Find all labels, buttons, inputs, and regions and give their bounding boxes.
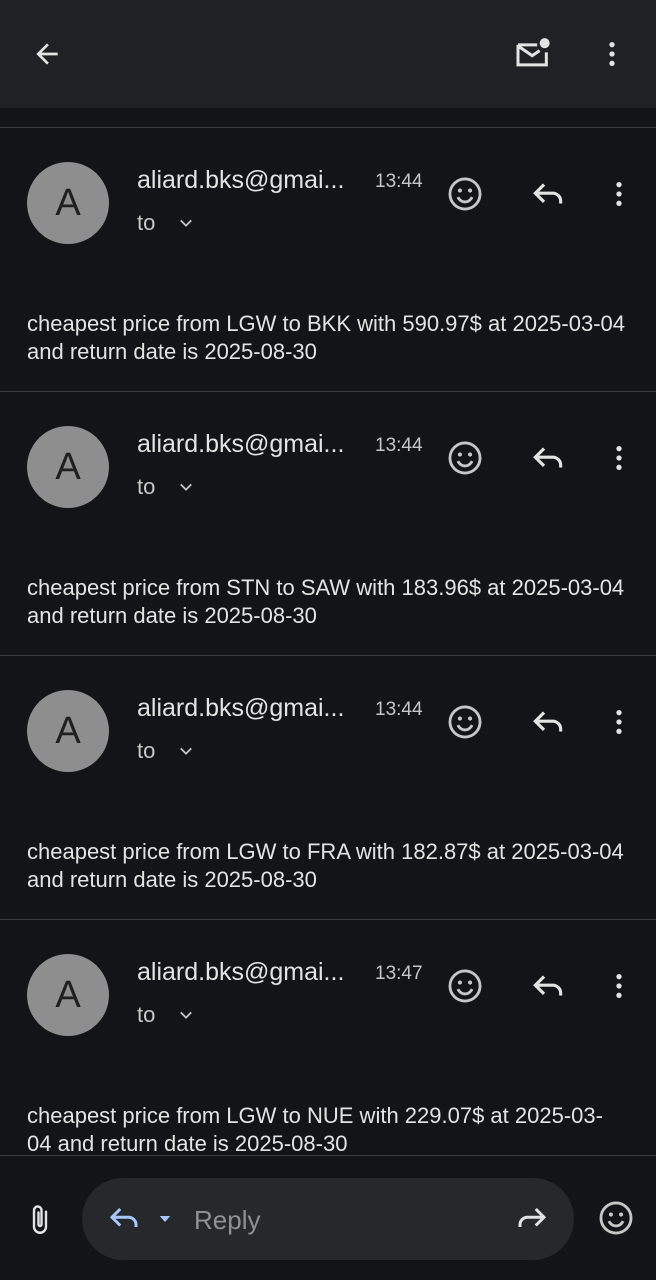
avatar-letter: A (55, 445, 81, 488)
message-time: 13:44 (375, 171, 423, 192)
add-reaction-icon (448, 969, 482, 1003)
add-reaction-button[interactable] (443, 700, 487, 744)
to-label: to (137, 738, 156, 763)
reply-type-dropdown[interactable] (154, 1208, 176, 1230)
message-more-button[interactable] (597, 436, 641, 480)
reply-icon (533, 975, 563, 996)
attachment-icon (32, 1205, 48, 1234)
email-thread-screen: A aliard.bks@gmai... 13:44 to cheapest p… (0, 0, 656, 1280)
sender-email[interactable]: aliard.bks@gmai... (137, 166, 369, 195)
more-vert-icon (616, 446, 622, 470)
add-reaction-button[interactable] (443, 436, 487, 480)
avatar[interactable]: A (27, 954, 109, 1036)
arrow-back-icon (36, 43, 58, 65)
reply-type-button[interactable] (104, 1198, 144, 1238)
to-label: to (137, 474, 156, 499)
forward-button[interactable] (512, 1198, 552, 1238)
reply-icon (533, 447, 563, 468)
avatar-letter: A (55, 973, 81, 1016)
sender-email[interactable]: aliard.bks@gmai... (137, 694, 369, 723)
reply-button[interactable] (526, 436, 570, 480)
add-reaction-button[interactable] (443, 172, 487, 216)
message-card[interactable]: A aliard.bks@gmai... 13:44 to cheapest p… (0, 128, 656, 392)
message-more-button[interactable] (597, 172, 641, 216)
chevron-down-icon (177, 742, 195, 760)
chevron-down-icon (177, 1006, 195, 1024)
top-app-bar (0, 0, 656, 108)
avatar[interactable]: A (27, 690, 109, 772)
add-reaction-button[interactable] (443, 964, 487, 1008)
more-vert-icon (609, 42, 615, 66)
message-more-button[interactable] (597, 700, 641, 744)
attach-button[interactable] (18, 1198, 62, 1242)
message-list[interactable]: A aliard.bks@gmai... 13:44 to cheapest p… (0, 128, 656, 1156)
avatar[interactable]: A (27, 162, 109, 244)
reply-bar (0, 1156, 656, 1280)
more-options-button[interactable] (582, 24, 642, 84)
reply-icon (533, 183, 563, 204)
message-body: cheapest price from STN to SAW with 183.… (27, 575, 625, 628)
message-time: 13:47 (375, 963, 423, 984)
recipient-details-toggle[interactable]: to (137, 738, 195, 764)
forward-icon (518, 1207, 547, 1227)
reply-button[interactable] (526, 700, 570, 744)
message-card[interactable]: A aliard.bks@gmai... 13:47 to cheapest p… (0, 920, 656, 1156)
caret-down-icon (159, 1216, 171, 1222)
chevron-down-icon (177, 478, 195, 496)
message-body: cheapest price from LGW to FRA with 182.… (27, 839, 624, 892)
sender-email[interactable]: aliard.bks@gmai... (137, 430, 369, 459)
add-reaction-icon (448, 177, 482, 211)
recipient-details-toggle[interactable]: to (137, 474, 195, 500)
add-reaction-icon (448, 441, 482, 475)
more-vert-icon (616, 710, 622, 734)
back-button[interactable] (17, 24, 77, 84)
message-card[interactable]: A aliard.bks@gmai... 13:44 to cheapest p… (0, 656, 656, 920)
chevron-down-icon (177, 214, 195, 232)
message-body: cheapest price from LGW to NUE with 229.… (27, 1103, 603, 1156)
more-vert-icon (616, 182, 622, 206)
recipient-details-toggle[interactable]: to (137, 1002, 195, 1028)
message-time: 13:44 (375, 699, 423, 720)
to-label: to (137, 1002, 156, 1027)
add-reaction-button[interactable] (594, 1196, 638, 1240)
more-vert-icon (616, 974, 622, 998)
mark-unread-button[interactable] (503, 24, 563, 84)
reply-compose-pill[interactable] (82, 1178, 574, 1260)
to-label: to (137, 210, 156, 235)
reply-input[interactable] (192, 1198, 496, 1242)
mark-unread-icon (516, 38, 550, 67)
avatar-letter: A (55, 181, 81, 224)
add-reaction-icon (599, 1201, 633, 1235)
avatar[interactable]: A (27, 426, 109, 508)
message-time: 13:44 (375, 435, 423, 456)
reply-button[interactable] (526, 172, 570, 216)
message-more-button[interactable] (597, 964, 641, 1008)
reply-button[interactable] (526, 964, 570, 1008)
sender-email[interactable]: aliard.bks@gmai... (137, 958, 369, 987)
reply-icon (533, 711, 563, 732)
message-card[interactable]: A aliard.bks@gmai... 13:44 to cheapest p… (0, 392, 656, 656)
add-reaction-icon (448, 705, 482, 739)
recipient-details-toggle[interactable]: to (137, 210, 195, 236)
avatar-letter: A (55, 709, 81, 752)
reply-icon (109, 1207, 138, 1227)
message-body: cheapest price from LGW to BKK with 590.… (27, 311, 625, 364)
